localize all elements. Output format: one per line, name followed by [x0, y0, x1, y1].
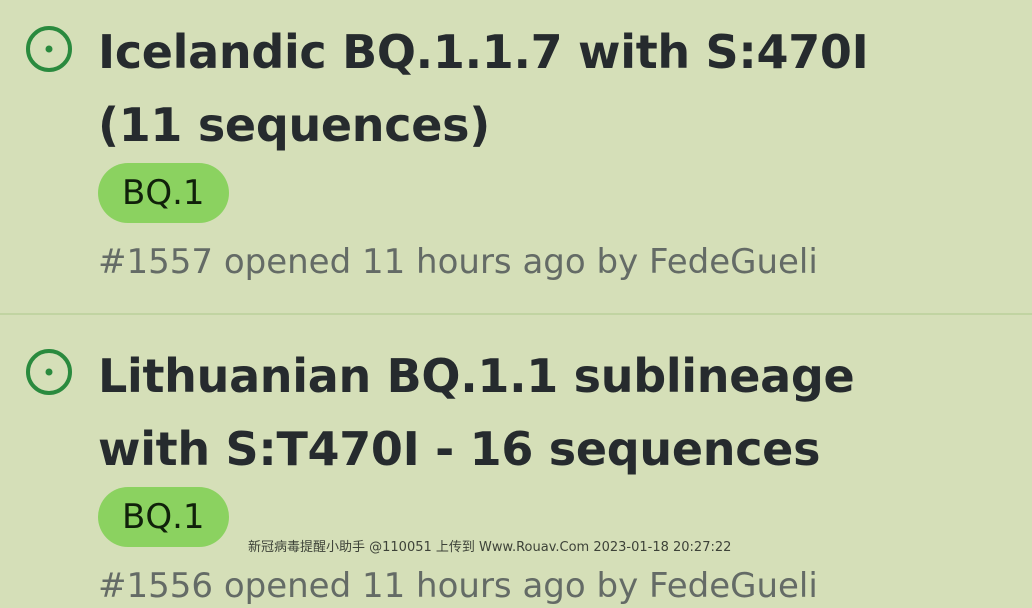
- issue-number: #1557: [98, 242, 214, 282]
- upload-watermark: 新冠病毒提醒小助手 @110051 上传到 Www.Rouav.Com 2023…: [248, 540, 732, 555]
- issue-author[interactable]: FedeGueli: [649, 242, 818, 282]
- issue-opened-text: opened 11 hours ago by: [223, 566, 639, 606]
- issue-opened-icon: [26, 26, 72, 72]
- issue-title[interactable]: Icelandic BQ.1.1.7 with S:470I (11 seque…: [98, 16, 958, 162]
- issue-label[interactable]: BQ.1: [98, 163, 229, 223]
- issue-number: #1556: [98, 566, 214, 606]
- issue-author[interactable]: FedeGueli: [649, 566, 818, 606]
- issue-label[interactable]: BQ.1: [98, 487, 229, 547]
- issue-item[interactable]: Lithuanian BQ.1.1 sublineage with S:T470…: [0, 315, 1032, 608]
- issue-meta: #1556 opened 11 hours ago by FedeGueli: [98, 564, 818, 608]
- issue-opened-icon: [26, 349, 72, 395]
- issue-item[interactable]: Icelandic BQ.1.1.7 with S:470I (11 seque…: [0, 0, 1032, 313]
- issue-opened-text: opened 11 hours ago by: [223, 242, 639, 282]
- issue-title[interactable]: Lithuanian BQ.1.1 sublineage with S:T470…: [98, 340, 958, 486]
- issue-meta: #1557 opened 11 hours ago by FedeGueli: [98, 240, 818, 284]
